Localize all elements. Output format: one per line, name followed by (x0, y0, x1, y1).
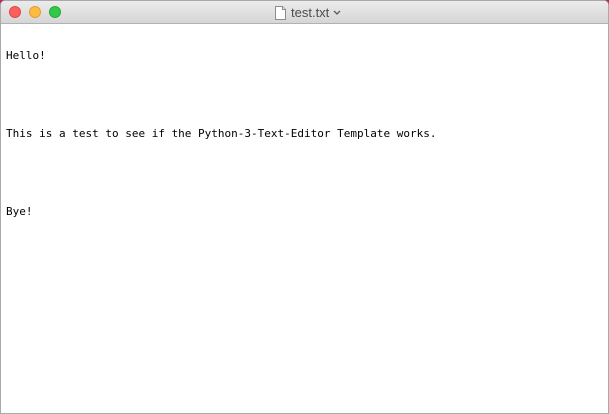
text-editor-window: test.txt Hello! This is a test to see if… (0, 0, 609, 414)
title-bar[interactable]: test.txt (1, 1, 608, 24)
text-area[interactable]: Hello! This is a test to see if the Pyth… (6, 23, 604, 244)
minimize-button[interactable] (29, 6, 41, 18)
text-line: This is a test to see if the Python-3-Te… (6, 127, 437, 140)
text-line: Bye! (6, 205, 33, 218)
document-icon (275, 5, 286, 20)
zoom-button[interactable] (49, 6, 61, 18)
close-button[interactable] (9, 6, 21, 18)
window-title-area[interactable]: test.txt (275, 4, 341, 21)
text-line (6, 88, 604, 101)
window-title: test.txt (291, 5, 330, 20)
text-line: Hello! (6, 49, 46, 62)
text-line (6, 166, 604, 179)
chevron-down-icon[interactable] (333, 10, 341, 16)
